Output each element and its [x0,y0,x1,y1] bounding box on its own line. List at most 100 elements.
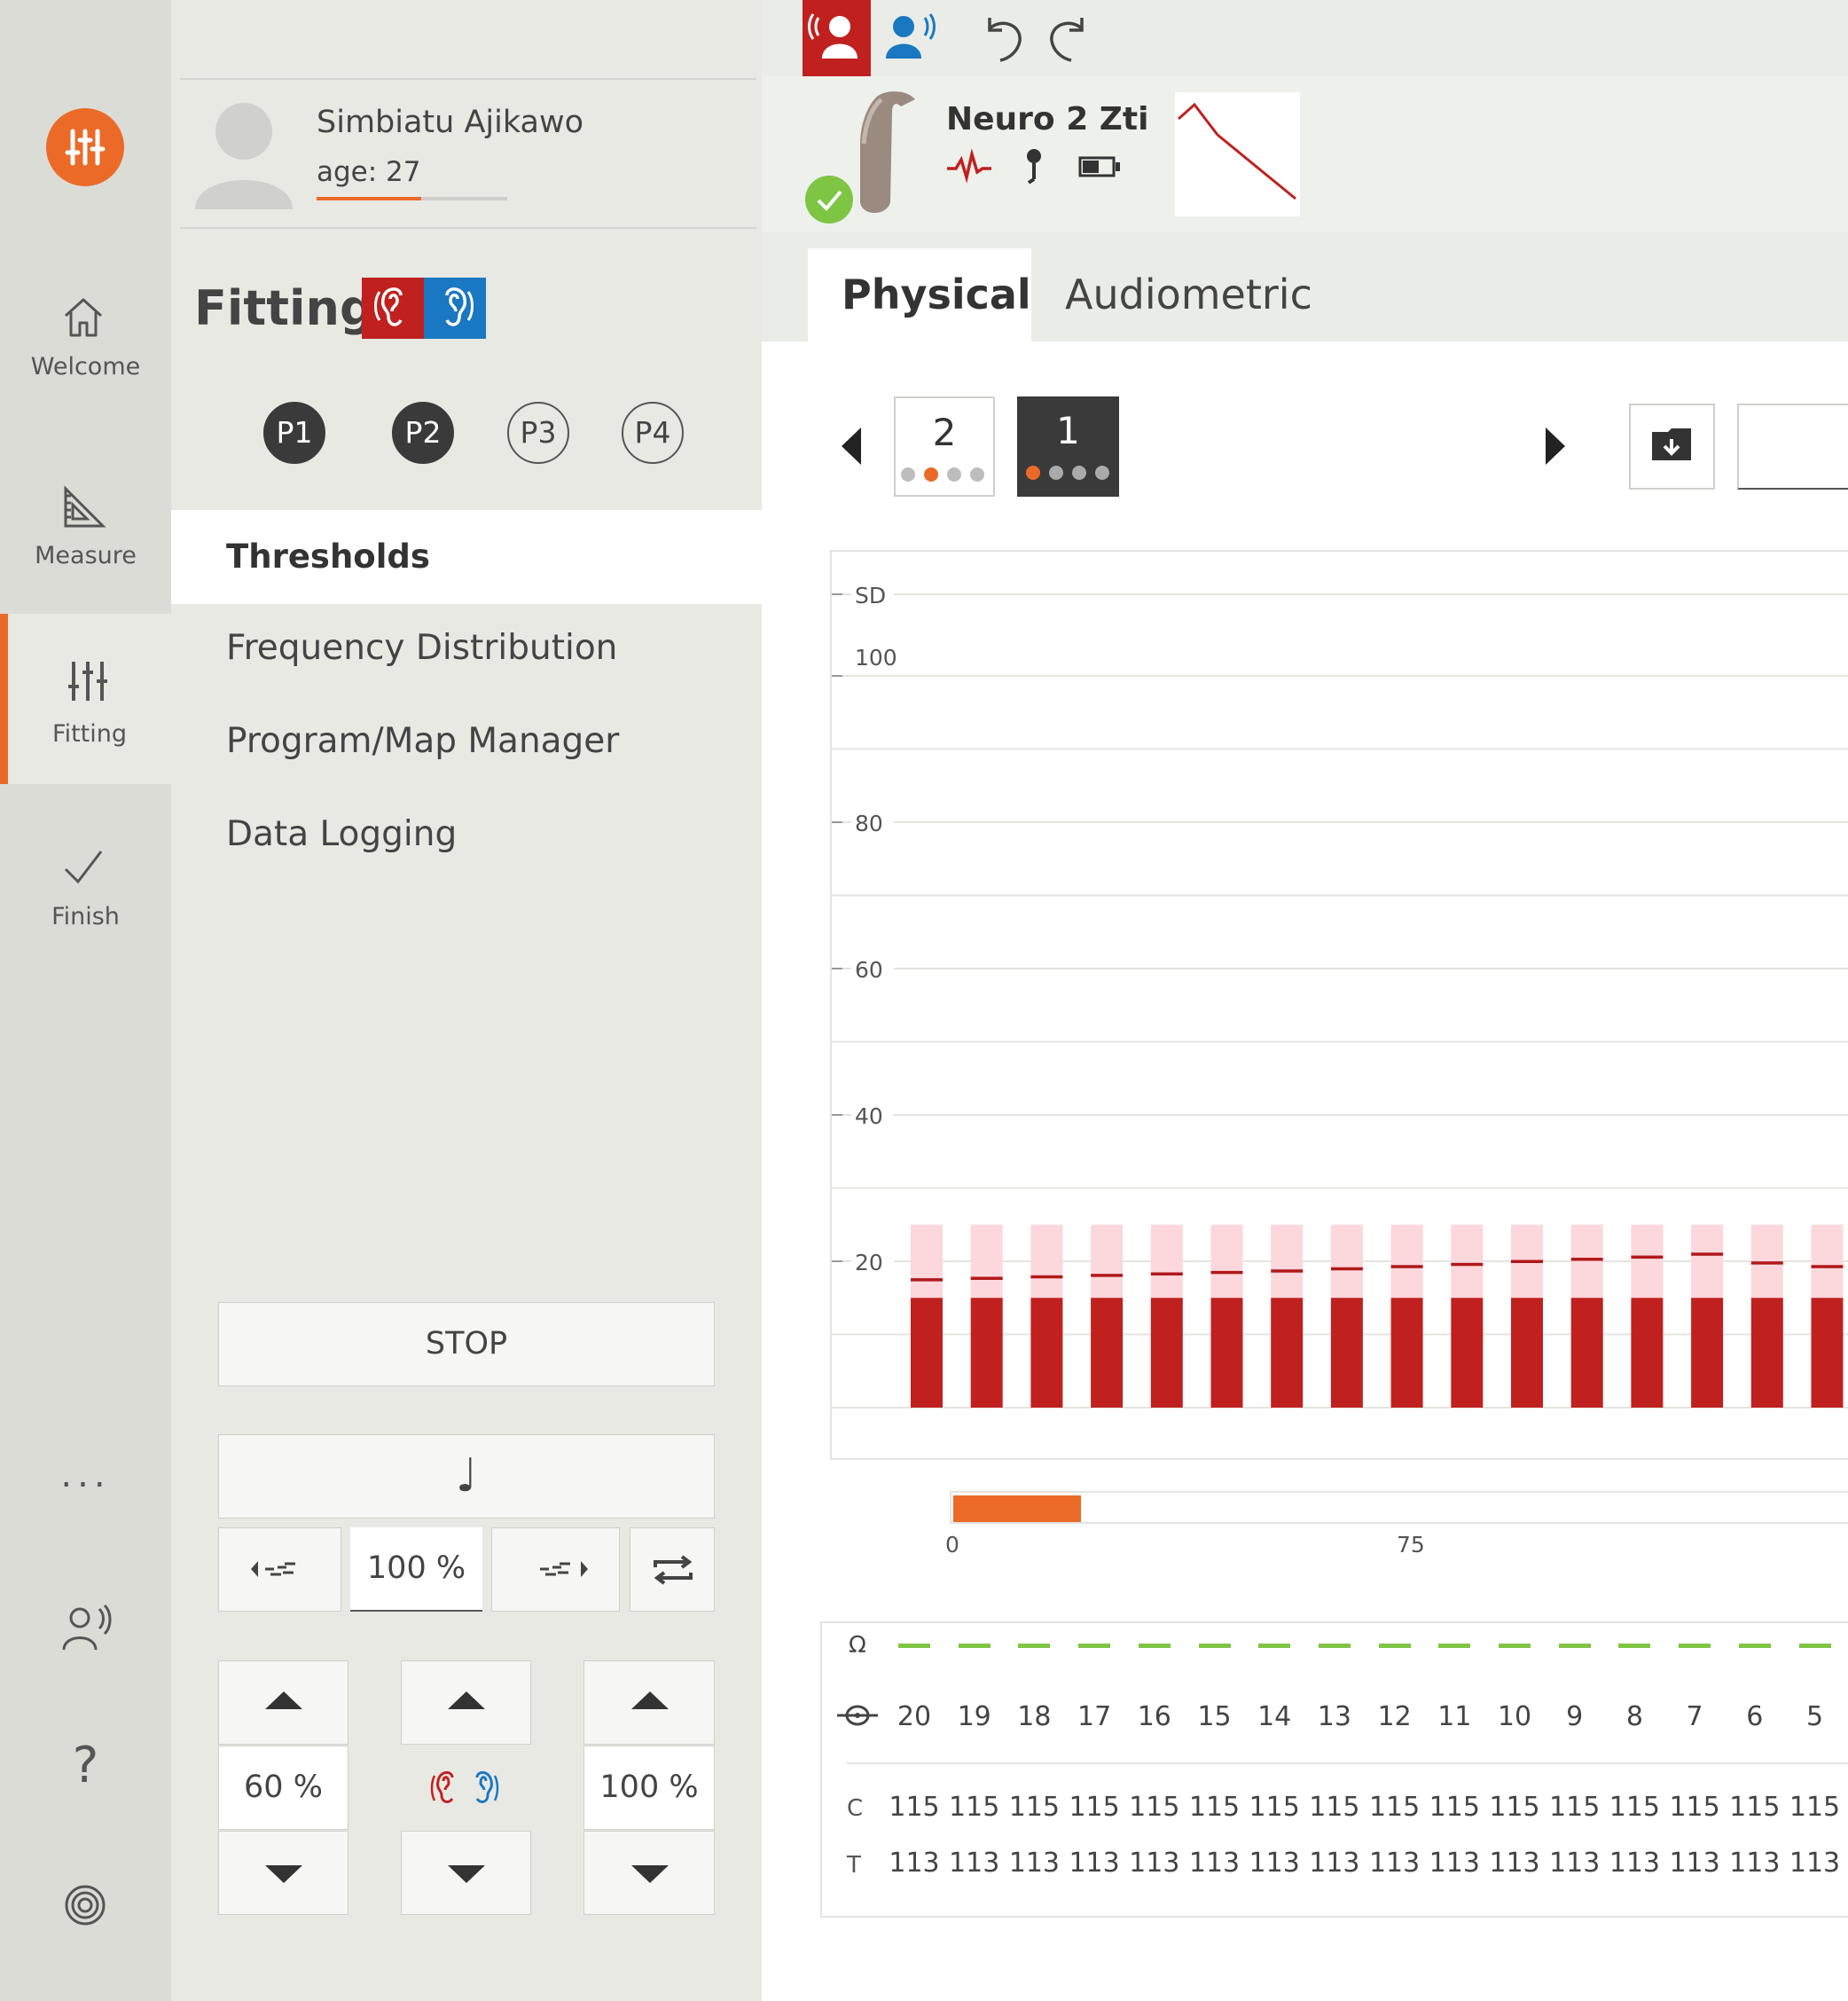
menu-item-thresholds[interactable]: Thresholds [226,538,430,576]
c-level-value[interactable]: 115 [1244,1792,1304,1823]
t-level-value[interactable]: 113 [1185,1848,1245,1879]
clinician-view-button[interactable] [803,0,871,76]
fitting-title: Fitting [194,280,374,336]
map-item-2[interactable]: 2 [894,396,995,497]
c-level-value[interactable]: 115 [1785,1792,1845,1823]
program-p2-button[interactable]: P2 [392,402,454,464]
audiogram-thumbnail[interactable] [1175,92,1300,216]
left-level-up-button[interactable] [218,1660,348,1745]
menu-item-data-logging[interactable]: Data Logging [226,814,457,854]
c-level-value[interactable]: 115 [1604,1792,1664,1823]
sweep-left-button[interactable] [218,1527,341,1612]
both-level-up-button[interactable] [401,1660,531,1745]
patient-view-button[interactable] [875,0,944,76]
both-level-down-button[interactable] [401,1831,531,1915]
divider [180,78,756,80]
redo-button[interactable] [1043,9,1096,69]
electrode-number: 15 [1197,1701,1232,1732]
t-level-value[interactable]: 113 [1484,1848,1545,1879]
program-p3-button[interactable]: P3 [507,402,569,464]
c-level-value[interactable]: 115 [1064,1792,1124,1823]
c-level-bar [1091,1224,1124,1299]
t-level-value[interactable]: 113 [1244,1848,1304,1879]
hearing-user-icon[interactable] [60,1604,114,1657]
c-level-value[interactable]: 115 [1365,1792,1425,1823]
electrode-number: 10 [1497,1701,1532,1732]
repeat-button[interactable] [630,1527,715,1612]
sweep-left-icon [251,1561,295,1577]
nav-item-welcome[interactable]: Welcome [0,248,171,417]
c-level-value[interactable]: 115 [1545,1792,1605,1823]
divider [180,227,756,229]
map-prev-button[interactable] [838,424,865,472]
c-level-value[interactable]: 115 [1424,1792,1484,1823]
t-level-value[interactable]: 113 [1725,1848,1785,1879]
save-map-button[interactable] [1629,404,1715,490]
arrow-down-icon [631,1865,669,1883]
program-p4-button[interactable]: P4 [622,402,684,464]
t-level-bar [1511,1298,1543,1408]
t-level-value[interactable]: 113 [1664,1848,1725,1879]
t-level-value[interactable]: 113 [1124,1848,1185,1879]
person-speaking-icon [808,13,857,59]
speed-value[interactable]: 100 % [350,1527,482,1612]
threshold-marker [1271,1269,1304,1273]
tab-audiometric[interactable]: Audiometric [1031,248,1346,341]
stimulus-slider[interactable] [950,1491,1848,1524]
c-level-bar [1631,1224,1664,1299]
t-level-label: T [847,1852,861,1879]
right-level-up-button[interactable] [583,1660,715,1745]
more-menu[interactable]: ... [0,1455,171,1495]
nav-label: Finish [51,903,120,930]
t-level-value[interactable]: 113 [1304,1848,1365,1879]
t-level-value[interactable]: 113 [1785,1848,1845,1879]
triangle-right-icon [1546,428,1565,465]
map-item-1[interactable]: 1 [1017,396,1119,497]
nav-item-measure[interactable]: Measure [0,437,171,606]
c-level-value[interactable]: 115 [1004,1792,1064,1823]
stop-button[interactable]: STOP [218,1302,715,1386]
threshold-marker [1511,1259,1543,1263]
left-ear-badge[interactable] [362,278,424,339]
device-status-icons [944,142,1130,195]
c-level-value[interactable]: 115 [944,1792,1005,1823]
nav-label: Fitting [52,720,127,748]
c-level-value[interactable]: 115 [1304,1792,1365,1823]
left-level-down-button[interactable] [218,1831,348,1915]
help-icon[interactable]: ? [0,1737,171,1794]
nav-item-finish[interactable]: Finish [0,798,171,967]
program-p1-button[interactable]: P1 [263,402,325,464]
menu-item-program-map-manager[interactable]: Program/Map Manager [226,721,619,761]
threshold-marker [1451,1262,1484,1267]
right-level-down-button[interactable] [583,1831,715,1915]
note-button[interactable]: ♩ [218,1434,715,1518]
map-field[interactable] [1737,404,1848,490]
sliders-icon [68,662,107,701]
nav-item-fitting[interactable]: Fitting [0,614,171,784]
sweep-right-button[interactable] [491,1527,620,1612]
undo-button[interactable] [975,9,1029,69]
map-next-button[interactable] [1542,424,1569,472]
t-level-value[interactable]: 113 [1004,1848,1064,1879]
menu-item-frequency-distribution[interactable]: Frequency Distribution [226,628,617,668]
tab-physical[interactable]: Physical [808,248,1031,341]
right-ear-badge[interactable] [424,278,486,339]
c-level-bar [1030,1224,1063,1299]
t-level-value[interactable]: 113 [884,1848,944,1879]
c-level-value[interactable]: 115 [884,1792,944,1823]
t-level-value[interactable]: 113 [944,1848,1005,1879]
t-level-value[interactable]: 113 [1604,1848,1664,1879]
t-level-bar [1631,1298,1664,1408]
t-level-value[interactable]: 113 [1545,1848,1605,1879]
c-level-value[interactable]: 115 [1725,1792,1785,1823]
c-level-value[interactable]: 115 [1124,1792,1185,1823]
c-level-value[interactable]: 115 [1664,1792,1725,1823]
t-level-value[interactable]: 113 [1064,1848,1124,1879]
c-level-value[interactable]: 115 [1185,1792,1245,1823]
t-level-value[interactable]: 113 [1424,1848,1484,1879]
c-level-value[interactable]: 115 [1484,1792,1545,1823]
t-level-bar [911,1298,943,1408]
t-level-value[interactable]: 113 [1365,1848,1425,1879]
c-level-bar [1570,1224,1603,1299]
target-icon[interactable] [64,1884,106,1930]
